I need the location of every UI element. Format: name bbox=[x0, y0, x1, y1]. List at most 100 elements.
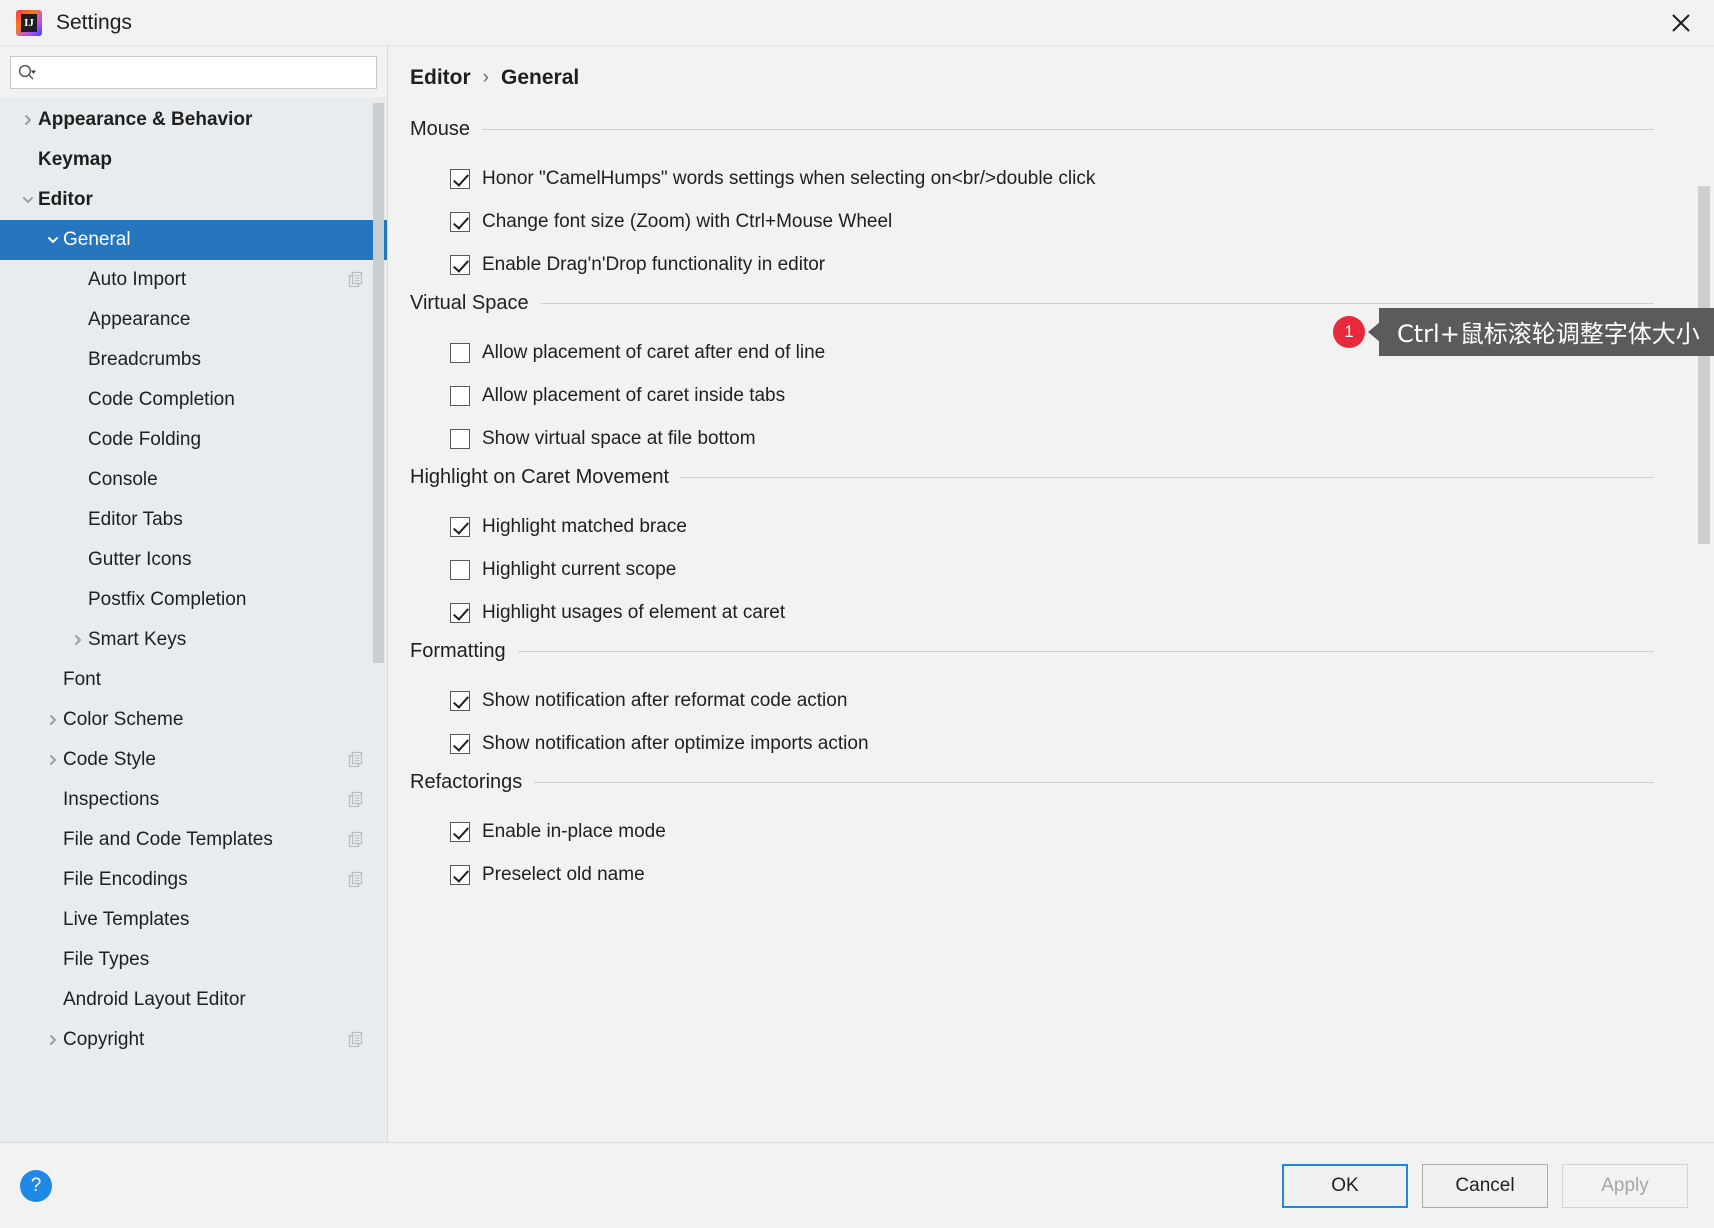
help-icon[interactable]: ? bbox=[20, 1169, 52, 1202]
section-header: Refactorings bbox=[388, 771, 1714, 794]
sidebar-scrollbar[interactable] bbox=[373, 103, 384, 1134]
sidebar-item-code-folding[interactable]: Code Folding bbox=[0, 420, 387, 460]
option-row[interactable]: Show notification after optimize imports… bbox=[388, 722, 1714, 765]
option-label: Enable in-place mode bbox=[482, 820, 666, 842]
checkbox[interactable] bbox=[450, 733, 470, 754]
sidebar-item-breadcrumbs[interactable]: Breadcrumbs bbox=[0, 340, 387, 380]
chevron-right-icon[interactable] bbox=[18, 113, 38, 127]
checkbox[interactable] bbox=[450, 385, 470, 406]
chevron-right-icon[interactable] bbox=[43, 1033, 63, 1047]
sidebar-item-color-scheme[interactable]: Color Scheme bbox=[0, 700, 387, 740]
sidebar-item-label: File Encodings bbox=[63, 869, 188, 890]
section-header: Highlight on Caret Movement bbox=[388, 466, 1714, 489]
chevron-down-icon[interactable] bbox=[18, 193, 38, 207]
section-title: Virtual Space bbox=[410, 292, 529, 314]
chevron-right-icon[interactable] bbox=[43, 713, 63, 727]
option-row[interactable]: Show virtual space at file bottom bbox=[388, 417, 1714, 460]
search-input[interactable] bbox=[37, 63, 370, 82]
option-label: Enable Drag'n'Drop functionality in edit… bbox=[482, 253, 826, 275]
sidebar-item-appearance[interactable]: Appearance bbox=[0, 300, 387, 340]
sidebar-item-label: Inspections bbox=[63, 789, 160, 810]
option-row[interactable]: Highlight matched brace bbox=[388, 505, 1714, 548]
copy-settings-icon[interactable] bbox=[347, 831, 365, 849]
chevron-down-icon[interactable] bbox=[43, 233, 63, 247]
option-row[interactable]: Enable Drag'n'Drop functionality in edit… bbox=[388, 243, 1714, 286]
sidebar-item-file-encodings[interactable]: File Encodings bbox=[0, 860, 387, 900]
copy-settings-icon[interactable] bbox=[347, 1031, 365, 1049]
search-icon bbox=[17, 63, 37, 83]
section-divider bbox=[517, 651, 1654, 652]
sidebar-item-font[interactable]: Font bbox=[0, 660, 387, 700]
sidebar-item-keymap[interactable]: Keymap bbox=[0, 140, 387, 180]
window-title: Settings bbox=[56, 10, 132, 34]
chevron-right-icon[interactable] bbox=[43, 753, 63, 767]
sidebar-item-gutter-icons[interactable]: Gutter Icons bbox=[0, 540, 387, 580]
sidebar-item-smart-keys[interactable]: Smart Keys bbox=[0, 620, 387, 660]
sidebar-item-label: Keymap bbox=[38, 149, 112, 170]
copy-settings-icon[interactable] bbox=[347, 751, 365, 769]
sidebar-item-console[interactable]: Console bbox=[0, 460, 387, 500]
copy-settings-icon[interactable] bbox=[347, 871, 365, 889]
copy-settings-icon[interactable] bbox=[347, 791, 365, 809]
sidebar-item-editor-tabs[interactable]: Editor Tabs bbox=[0, 500, 387, 540]
checkbox[interactable] bbox=[450, 690, 470, 711]
search-box[interactable] bbox=[10, 56, 377, 89]
search-container bbox=[0, 46, 387, 97]
sidebar-item-file-types[interactable]: File Types bbox=[0, 940, 387, 980]
content-scrollbar-thumb[interactable] bbox=[1698, 186, 1710, 544]
window-titlebar: IJ Settings bbox=[0, 0, 1714, 46]
checkbox[interactable] bbox=[450, 254, 470, 275]
sidebar-item-editor[interactable]: Editor bbox=[0, 180, 387, 220]
copy-settings-icon[interactable] bbox=[347, 271, 365, 289]
sidebar-item-file-and-code-templates[interactable]: File and Code Templates bbox=[0, 820, 387, 860]
option-row[interactable]: Highlight current scope bbox=[388, 548, 1714, 591]
settings-content: Editor › General Mouse Honor "CamelHumps"… bbox=[388, 46, 1714, 1142]
checkbox[interactable] bbox=[450, 168, 470, 189]
option-row[interactable]: Enable in-place mode bbox=[388, 810, 1714, 853]
checkbox[interactable] bbox=[450, 516, 470, 537]
checkbox[interactable] bbox=[450, 602, 470, 623]
option-row[interactable]: Preselect old name bbox=[388, 853, 1714, 896]
sidebar-item-appearance-behavior[interactable]: Appearance & Behavior bbox=[0, 100, 387, 140]
option-label: Highlight usages of element at caret bbox=[482, 601, 786, 623]
sidebar-item-postfix-completion[interactable]: Postfix Completion bbox=[0, 580, 387, 620]
checkbox[interactable] bbox=[450, 559, 470, 580]
option-row[interactable]: Change font size (Zoom) with Ctrl+Mouse … bbox=[388, 200, 1714, 243]
chevron-right-icon[interactable] bbox=[68, 633, 88, 647]
checkbox[interactable] bbox=[450, 864, 470, 885]
checkbox[interactable] bbox=[450, 428, 470, 449]
cancel-button[interactable]: Cancel bbox=[1422, 1163, 1548, 1208]
ok-button[interactable]: OK bbox=[1282, 1163, 1408, 1208]
breadcrumb: Editor › General bbox=[388, 46, 1714, 90]
sidebar-item-label: Color Scheme bbox=[63, 709, 184, 730]
sidebar-item-android-layout-editor[interactable]: Android Layout Editor bbox=[0, 980, 387, 1020]
section-refactorings: Refactorings Enable in-place mode Preselec… bbox=[388, 771, 1714, 896]
option-row[interactable]: Highlight usages of element at caret bbox=[388, 591, 1714, 634]
settings-dialog: IJ Settings Appearance & Behavior Keymap… bbox=[0, 0, 1714, 1228]
sidebar-item-copyright[interactable]: Copyright bbox=[0, 1020, 387, 1060]
sidebar-scrollbar-thumb[interactable] bbox=[373, 103, 384, 663]
sidebar-item-auto-import[interactable]: Auto Import bbox=[0, 260, 387, 300]
option-row[interactable]: Show notification after reformat code ac… bbox=[388, 679, 1714, 722]
option-row[interactable]: Allow placement of caret inside tabs bbox=[388, 374, 1714, 417]
sidebar-item-label: Code Completion bbox=[88, 389, 235, 410]
option-label: Allow placement of caret inside tabs bbox=[482, 384, 786, 406]
option-label: Show notification after reformat code ac… bbox=[482, 689, 848, 711]
sidebar-item-code-completion[interactable]: Code Completion bbox=[0, 380, 387, 420]
sidebar-item-general[interactable]: General bbox=[0, 220, 387, 260]
sidebar-item-code-style[interactable]: Code Style bbox=[0, 740, 387, 780]
sidebar-item-inspections[interactable]: Inspections bbox=[0, 780, 387, 820]
sidebar-item-label: Gutter Icons bbox=[88, 549, 192, 570]
checkbox[interactable] bbox=[450, 211, 470, 232]
dialog-body: Appearance & Behavior Keymap Editor General… bbox=[0, 46, 1714, 1142]
option-row[interactable]: Honor "CamelHumps" words settings when s… bbox=[388, 157, 1714, 200]
sidebar-item-label: Appearance bbox=[88, 309, 191, 330]
checkbox[interactable] bbox=[450, 821, 470, 842]
checkbox[interactable] bbox=[450, 342, 470, 363]
sidebar-item-label: File Types bbox=[63, 949, 150, 970]
close-icon[interactable] bbox=[1664, 6, 1698, 40]
sidebar-item-live-templates[interactable]: Live Templates bbox=[0, 900, 387, 940]
section-divider bbox=[482, 129, 1654, 130]
breadcrumb-root[interactable]: Editor bbox=[410, 66, 471, 90]
apply-button[interactable]: Apply bbox=[1562, 1163, 1688, 1208]
